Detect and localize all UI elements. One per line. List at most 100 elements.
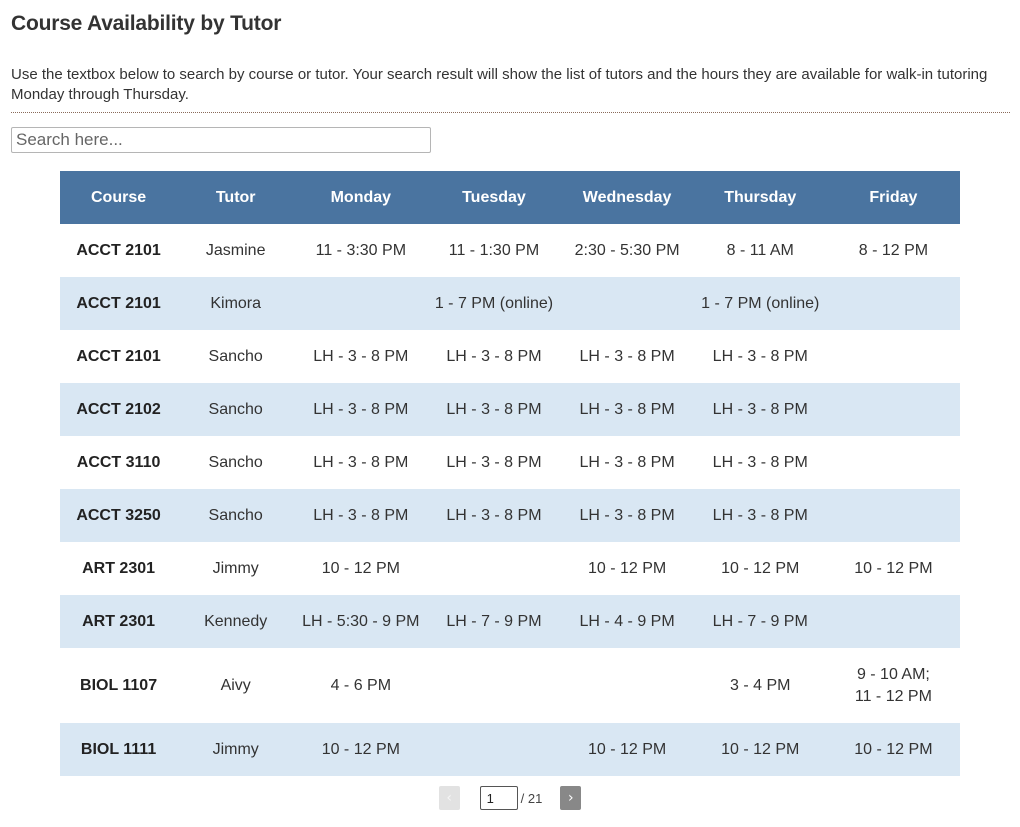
wednesday-cell: LH - 3 - 8 PM (579, 347, 675, 365)
tuesday-cell: LH - 3 - 8 PM (446, 347, 542, 365)
thursday-cell: 3 - 4 PM (730, 676, 791, 694)
availability-table: Course Tutor Monday Tuesday Wednesday Th… (60, 171, 960, 776)
thursday-cell: 10 - 12 PM (721, 559, 800, 577)
tuesday-cell (427, 648, 560, 723)
table-row: ART 2301 Jimmy 10 - 12 PM 10 - 12 PM 10 - 12… (60, 542, 960, 595)
header-monday: Monday (330, 188, 392, 206)
monday-cell: 4 - 6 PM (330, 676, 392, 694)
wednesday-cell (561, 648, 694, 723)
search-input[interactable] (11, 127, 431, 153)
monday-cell: 10 - 12 PM (321, 740, 400, 758)
table-row: ACCT 2102 Sancho LH - 3 - 8 PM LH - 3 - 8 P… (60, 383, 960, 436)
page-title: Course Availability by Tutor (11, 12, 282, 35)
monday-cell: 11 - 3:30 PM (315, 241, 407, 259)
table-row: BIOL 1111 Jimmy 10 - 12 PM 10 - 12 PM 10 - 1… (60, 723, 960, 776)
wednesday-cell: LH - 3 - 8 PM (579, 400, 675, 418)
tuesday-cell: 11 - 1:30 PM (448, 241, 540, 259)
tuesday-cell: LH - 3 - 8 PM (446, 400, 542, 418)
tutor-cell: Aivy (220, 676, 251, 694)
monday-cell (294, 277, 427, 330)
course-cell: ACCT 2102 (76, 400, 161, 418)
course-cell: BIOL 1107 (80, 676, 158, 694)
pagination: ‹ / 21 › (0, 786, 1020, 810)
table-header-row: Course Tutor Monday Tuesday Wednesday Th… (60, 171, 960, 224)
monday-cell: LH - 5:30 - 9 PM (302, 612, 420, 630)
page-number-input[interactable] (479, 786, 518, 810)
tutor-cell: Kennedy (204, 612, 268, 630)
wednesday-cell: LH - 3 - 8 PM (579, 453, 675, 471)
header-course: Course (91, 188, 147, 206)
wednesday-cell: 10 - 12 PM (587, 559, 667, 577)
wednesday-cell: 10 - 12 PM (587, 740, 667, 758)
table-body: ACCT 2101 Jasmine 11 - 3:30 PM 11 - 1:30 PM… (60, 224, 960, 776)
course-cell: ART 2301 (82, 612, 156, 630)
friday-cell (827, 330, 960, 383)
header-tutor: Tutor (215, 188, 256, 206)
thursday-cell: LH - 3 - 8 PM (712, 347, 808, 365)
table-row: ACCT 2101 Sancho LH - 3 - 8 PM LH - 3 - 8 P… (60, 330, 960, 383)
tuesday-cell: 1 - 7 PM (online) (434, 294, 554, 312)
monday-cell: LH - 3 - 8 PM (313, 400, 409, 418)
tutor-cell: Sancho (208, 347, 263, 365)
friday-cell: 10 - 12 PM (854, 740, 933, 758)
header-friday: Friday (869, 188, 918, 206)
tuesday-cell (427, 542, 560, 595)
header-wednesday: Wednesday (582, 188, 672, 206)
tutor-cell: Kimora (210, 294, 262, 312)
table-row: ACCT 2101 Jasmine 11 - 3:30 PM 11 - 1:30 PM… (60, 224, 960, 277)
course-cell: ACCT 2101 (76, 241, 161, 259)
divider (11, 112, 1010, 113)
monday-cell: LH - 3 - 8 PM (313, 506, 409, 524)
tutor-cell: Sancho (208, 453, 263, 471)
tutor-cell: Jasmine (205, 241, 266, 259)
tutor-cell: Sancho (208, 506, 263, 524)
tuesday-cell: LH - 7 - 9 PM (446, 612, 542, 630)
thursday-cell: LH - 3 - 8 PM (712, 506, 808, 524)
prev-page-button[interactable]: ‹ (438, 786, 460, 810)
monday-cell: LH - 3 - 8 PM (313, 347, 409, 365)
wednesday-cell: LH - 3 - 8 PM (579, 506, 675, 524)
header-tuesday: Tuesday (462, 188, 526, 206)
friday-cell: 9 - 10 AM; 11 - 12 PM (854, 665, 932, 705)
table-row: BIOL 1107 Aivy 4 - 6 PM 3 - 4 PM 9 - 10 AM; … (60, 648, 960, 723)
tutor-cell: Sancho (208, 400, 263, 418)
thursday-cell: LH - 3 - 8 PM (712, 453, 808, 471)
friday-cell (827, 489, 960, 542)
friday-cell (827, 383, 960, 436)
thursday-cell: LH - 3 - 8 PM (712, 400, 808, 418)
page: Course Availability by Tutor Use the tex… (0, 0, 1020, 810)
wednesday-cell (561, 277, 694, 330)
course-cell: BIOL 1111 (80, 740, 157, 758)
tuesday-cell: LH - 3 - 8 PM (446, 506, 542, 524)
course-cell: ACCT 3110 (76, 453, 161, 471)
table-row: ACCT 3110 Sancho LH - 3 - 8 PM LH - 3 - 8 P… (60, 436, 960, 489)
thursday-cell: LH - 7 - 9 PM (712, 612, 808, 630)
course-cell: ACCT 2101 (76, 347, 161, 365)
friday-cell (827, 595, 960, 648)
tuesday-cell: LH - 3 - 8 PM (446, 453, 542, 471)
monday-cell: LH - 3 - 8 PM (313, 453, 409, 471)
thursday-cell: 1 - 7 PM (online) (701, 294, 820, 312)
friday-cell (827, 277, 960, 330)
table-row: ACCT 3250 Sancho LH - 3 - 8 PM LH - 3 - 8 P… (60, 489, 960, 542)
monday-cell: 10 - 12 PM (321, 559, 400, 577)
thursday-cell: 8 - 11 AM (726, 241, 794, 259)
tutor-cell: Jimmy (212, 559, 259, 577)
course-cell: ART 2301 (82, 559, 156, 577)
friday-cell: 10 - 12 PM (854, 559, 933, 577)
wednesday-cell: LH - 4 - 9 PM (579, 612, 675, 630)
friday-cell: 8 - 12 PM (858, 241, 929, 259)
table-row: ACCT 2101 Kimora 1 - 7 PM (online) 1 - 7 PM… (60, 277, 960, 330)
wednesday-cell: 2:30 - 5:30 PM (574, 241, 680, 259)
course-cell: ACCT 3250 (76, 506, 161, 524)
tuesday-cell (427, 723, 560, 776)
course-cell: ACCT 2101 (76, 294, 161, 312)
thursday-cell: 10 - 12 PM (721, 740, 800, 758)
next-page-button[interactable]: › (560, 786, 582, 810)
page-total: / 21 (520, 790, 543, 806)
header-thursday: Thursday (724, 188, 797, 206)
table-row: ART 2301 Kennedy LH - 5:30 - 9 PM LH - 7 - … (60, 595, 960, 648)
friday-cell (827, 436, 960, 489)
tutor-cell: Jimmy (212, 740, 259, 758)
intro-text: Use the textbox below to search by cours… (11, 66, 988, 103)
